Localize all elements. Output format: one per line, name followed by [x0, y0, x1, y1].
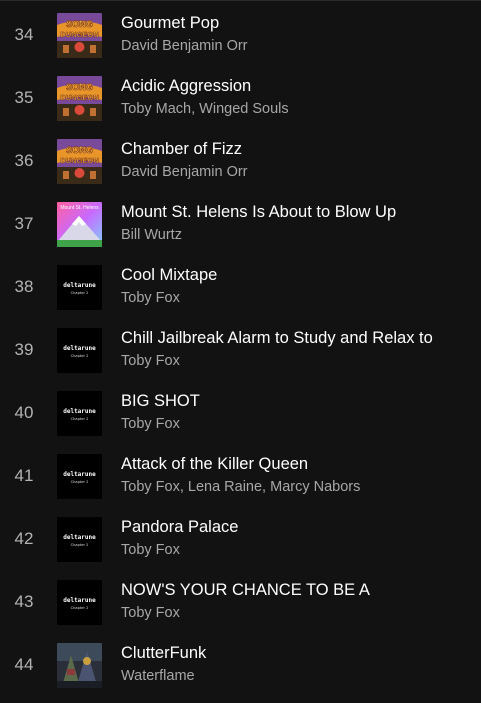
- album-art-clutterfunk[interactable]: [57, 643, 102, 688]
- svg-text:deltarune: deltarune: [63, 408, 96, 415]
- track-number: 41: [14, 466, 34, 485]
- track-title[interactable]: Attack of the Killer Queen: [121, 455, 308, 474]
- track-row[interactable]: 37 Mount St. Helens Mount St. Helens Is …: [0, 193, 481, 256]
- svg-text:SONG: SONG: [66, 82, 93, 92]
- svg-text:SONG: SONG: [66, 145, 93, 155]
- track-title[interactable]: Mount St. Helens Is About to Blow Up: [121, 203, 396, 222]
- track-artist[interactable]: Waterflame: [121, 668, 195, 684]
- svg-text:SONG: SONG: [66, 19, 93, 29]
- track-row[interactable]: 35 SONG DUNGEON Acidic Aggression Toby M…: [0, 67, 481, 130]
- svg-text:Chapter 2: Chapter 2: [71, 354, 89, 358]
- track-number: 35: [14, 88, 34, 107]
- track-row[interactable]: 36 SONG DUNGEON Chamber of Fizz David Be…: [0, 130, 481, 193]
- album-art-song-dungeon[interactable]: SONG DUNGEON: [57, 76, 102, 121]
- track-row[interactable]: 39 deltarune Chapter 2 Chill Jailbreak A…: [0, 319, 481, 382]
- track-artist[interactable]: Toby Mach, Winged Souls: [121, 101, 289, 117]
- album-art-song-dungeon[interactable]: SONG DUNGEON: [57, 139, 102, 184]
- track-title[interactable]: BIG SHOT: [121, 392, 200, 411]
- album-art-deltarune[interactable]: deltarune Chapter 2: [57, 580, 102, 625]
- album-art-deltarune[interactable]: deltarune Chapter 2: [57, 517, 102, 562]
- track-artist[interactable]: Toby Fox: [121, 416, 180, 432]
- track-title[interactable]: Acidic Aggression: [121, 77, 251, 96]
- track-title[interactable]: Cool Mixtape: [121, 266, 217, 285]
- track-row[interactable]: 38 deltarune Chapter 2 Cool Mixtape Toby…: [0, 256, 481, 319]
- svg-text:DUNGEON: DUNGEON: [60, 30, 98, 39]
- album-art-deltarune[interactable]: deltarune Chapter 2: [57, 328, 102, 373]
- track-number: 34: [14, 25, 34, 44]
- track-title[interactable]: NOW'S YOUR CHANCE TO BE A: [121, 581, 370, 600]
- svg-text:deltarune: deltarune: [63, 534, 96, 541]
- track-number: 42: [14, 529, 34, 548]
- svg-text:Chapter 2: Chapter 2: [71, 417, 89, 421]
- track-row[interactable]: 40 deltarune Chapter 2 BIG SHOT Toby Fox: [0, 382, 481, 445]
- album-art-deltarune[interactable]: deltarune Chapter 2: [57, 265, 102, 310]
- track-title[interactable]: Chill Jailbreak Alarm to Study and Relax…: [121, 329, 433, 348]
- svg-text:Chapter 2: Chapter 2: [71, 480, 89, 484]
- track-artist[interactable]: Toby Fox, Lena Raine, Marcy Nabors: [121, 479, 360, 495]
- svg-text:DUNGEON: DUNGEON: [60, 156, 98, 165]
- svg-text:Chapter 2: Chapter 2: [71, 543, 89, 547]
- track-row[interactable]: 34 SONG DUNGEON Gourmet Pop David Benjam…: [0, 4, 481, 67]
- svg-text:Chapter 2: Chapter 2: [71, 606, 89, 610]
- svg-text:Chapter 2: Chapter 2: [71, 291, 89, 295]
- svg-text:Mount St. Helens: Mount St. Helens: [60, 205, 99, 211]
- track-number: 40: [14, 403, 34, 422]
- track-artist[interactable]: Toby Fox: [121, 542, 180, 558]
- track-artist[interactable]: David Benjamin Orr: [121, 164, 248, 180]
- svg-text:deltarune: deltarune: [63, 597, 96, 604]
- svg-text:deltarune: deltarune: [63, 345, 96, 352]
- track-artist[interactable]: David Benjamin Orr: [121, 38, 248, 54]
- svg-text:DUNGEON: DUNGEON: [60, 93, 98, 102]
- track-row[interactable]: 41 deltarune Chapter 2 Attack of the Kil…: [0, 445, 481, 508]
- track-number: 43: [14, 592, 34, 611]
- album-art-mount-st-helens[interactable]: Mount St. Helens: [57, 202, 102, 247]
- track-artist[interactable]: Toby Fox: [121, 605, 180, 621]
- track-title[interactable]: Pandora Palace: [121, 518, 238, 537]
- track-artist[interactable]: Bill Wurtz: [121, 227, 182, 243]
- track-row[interactable]: 43 deltarune Chapter 2 NOW'S YOUR CHANCE…: [0, 571, 481, 634]
- track-number: 44: [14, 655, 34, 674]
- svg-text:deltarune: deltarune: [63, 471, 96, 478]
- track-title[interactable]: ClutterFunk: [121, 644, 206, 663]
- album-art-deltarune[interactable]: deltarune Chapter 2: [57, 454, 102, 499]
- track-artist[interactable]: Toby Fox: [121, 290, 180, 306]
- album-art-song-dungeon[interactable]: SONG DUNGEON: [57, 13, 102, 58]
- track-artist[interactable]: Toby Fox: [121, 353, 180, 369]
- svg-text:deltarune: deltarune: [63, 282, 96, 289]
- track-number: 38: [14, 277, 34, 296]
- track-row[interactable]: 42 deltarune Chapter 2 Pandora Palace To…: [0, 508, 481, 571]
- album-art-deltarune[interactable]: deltarune Chapter 2: [57, 391, 102, 436]
- track-number: 39: [14, 340, 34, 359]
- track-title[interactable]: Chamber of Fizz: [121, 140, 242, 159]
- track-row[interactable]: 44 ClutterFunk Waterflame: [0, 634, 481, 697]
- track-number: 37: [14, 214, 34, 233]
- track-number: 36: [14, 151, 34, 170]
- track-title[interactable]: Gourmet Pop: [121, 14, 219, 33]
- top-divider: [0, 0, 481, 1]
